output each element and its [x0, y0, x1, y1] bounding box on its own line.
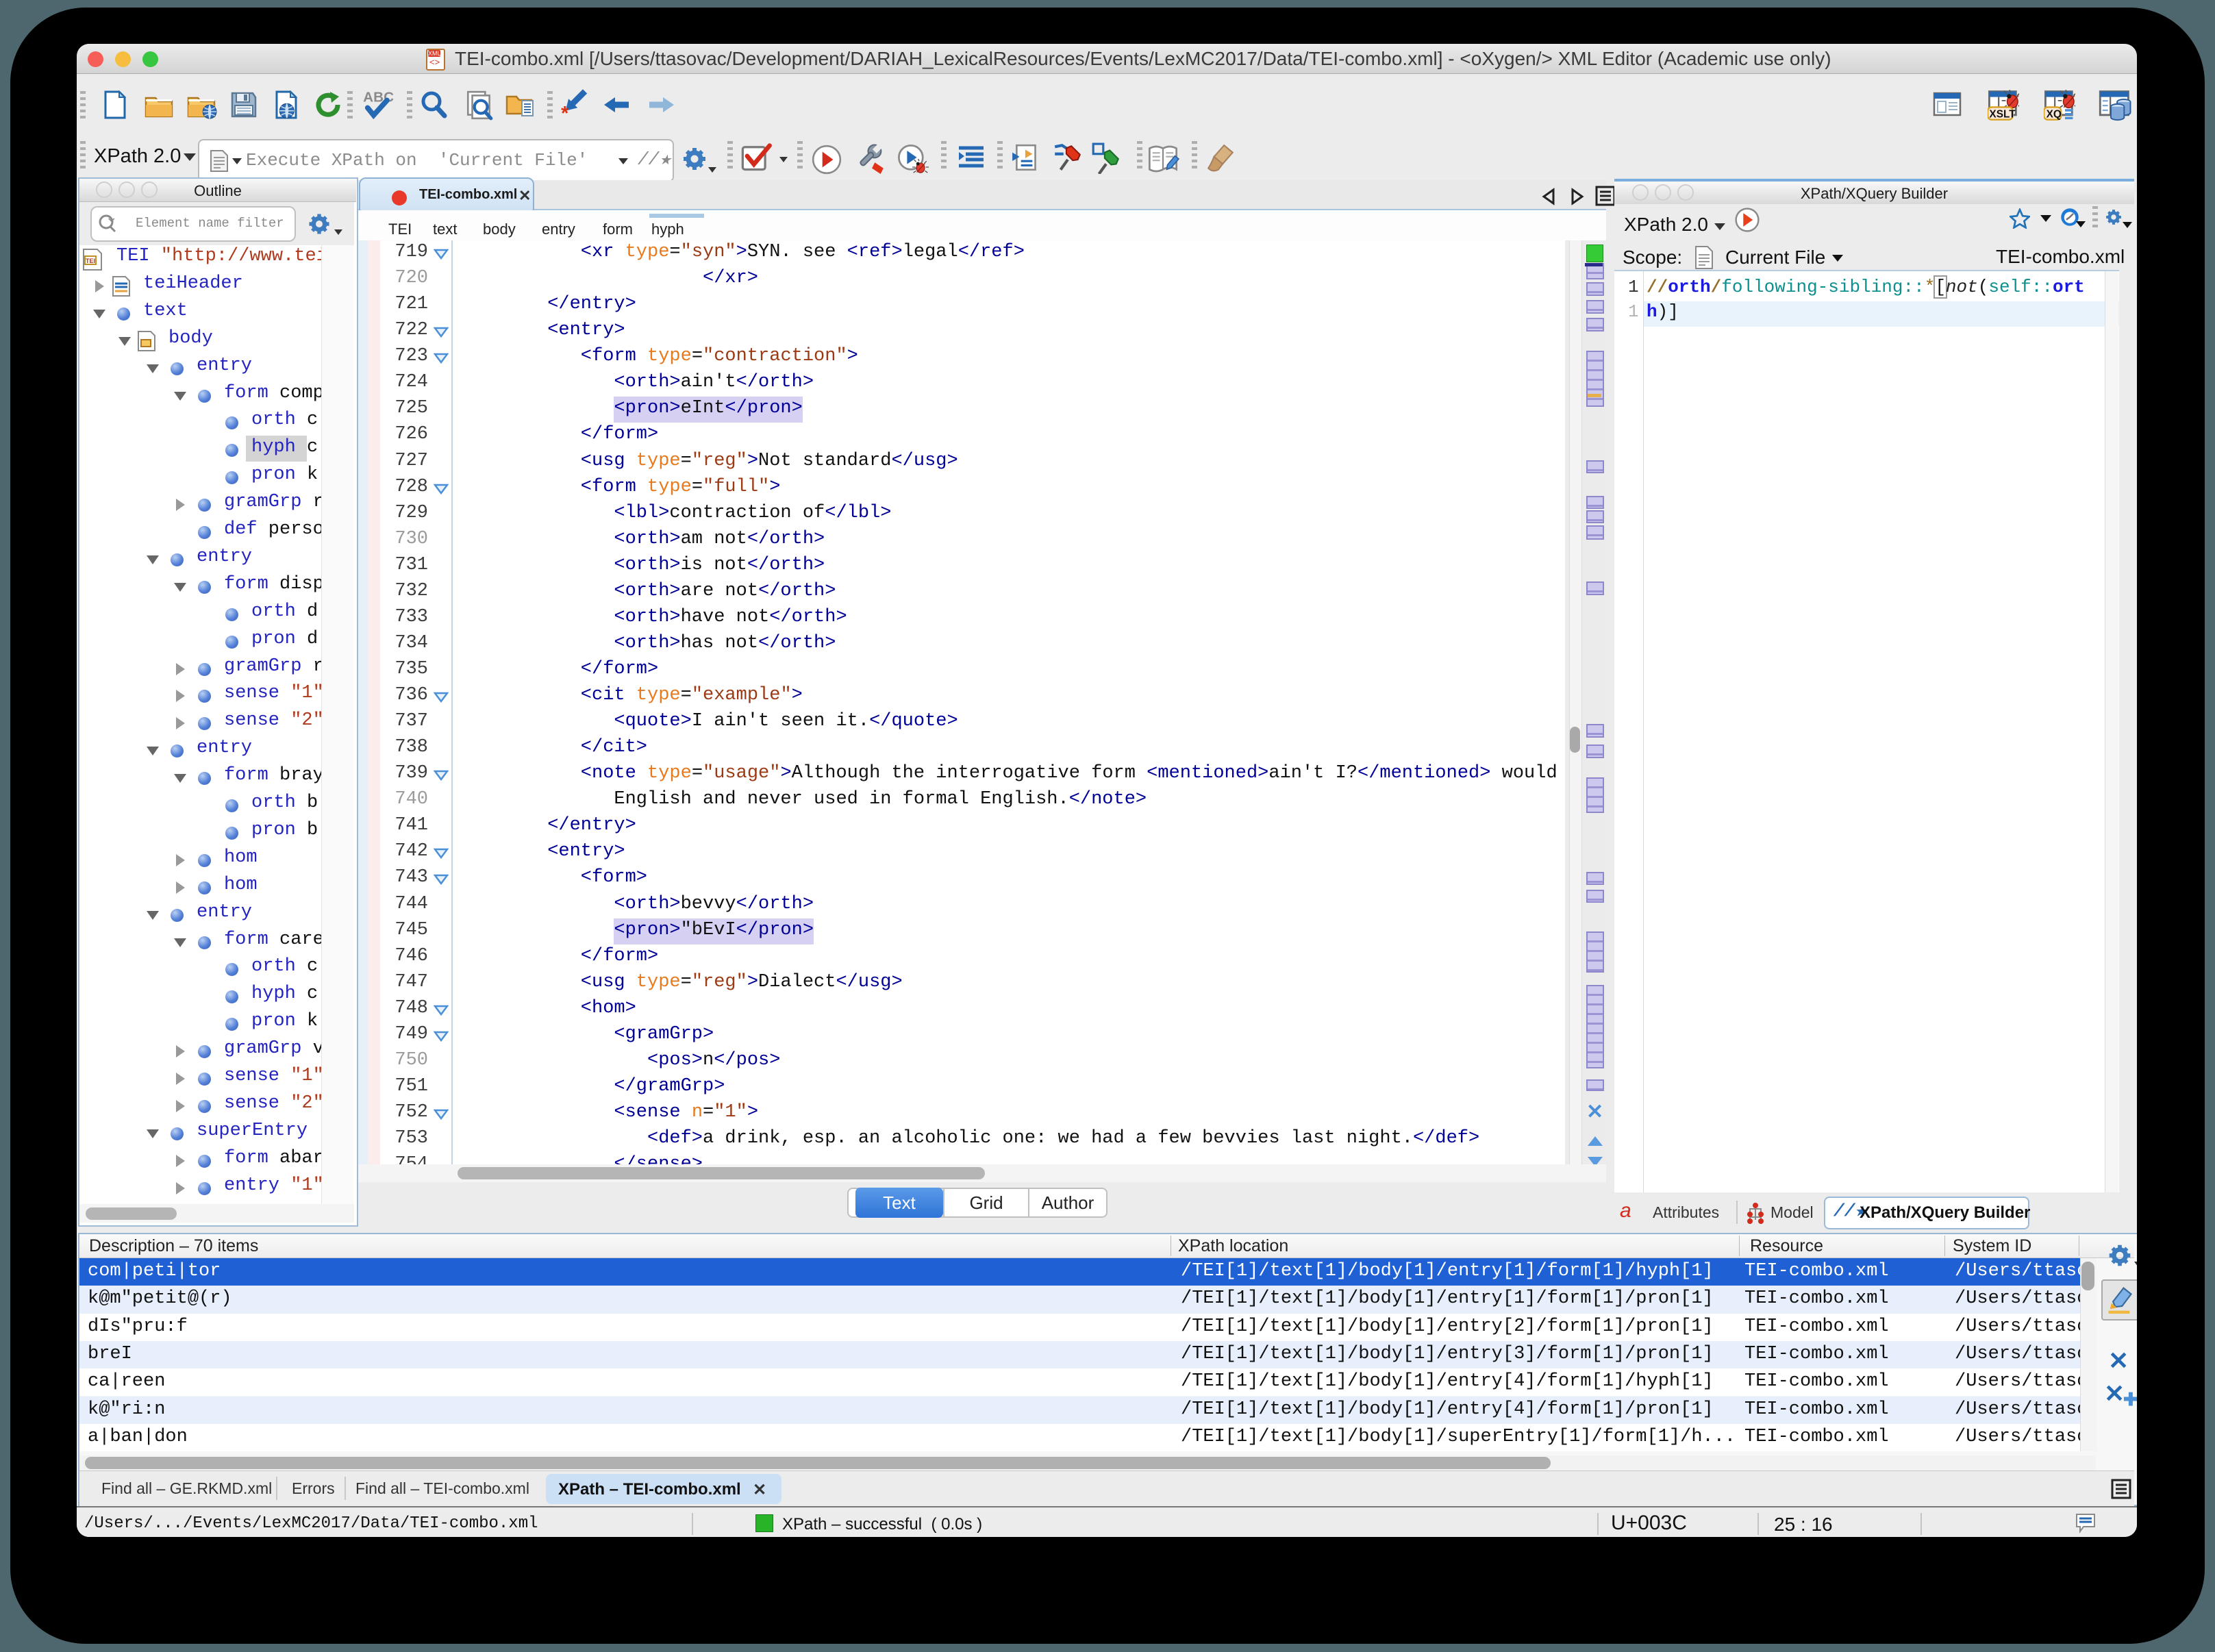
svg-text:XSLT: XSLT: [1989, 108, 2016, 120]
svg-text:XQ: XQ: [2047, 108, 2062, 120]
svg-text:TEI: TEI: [86, 258, 95, 264]
svg-text:ABC: ABC: [363, 90, 394, 105]
svg-text:*: *: [561, 103, 569, 121]
